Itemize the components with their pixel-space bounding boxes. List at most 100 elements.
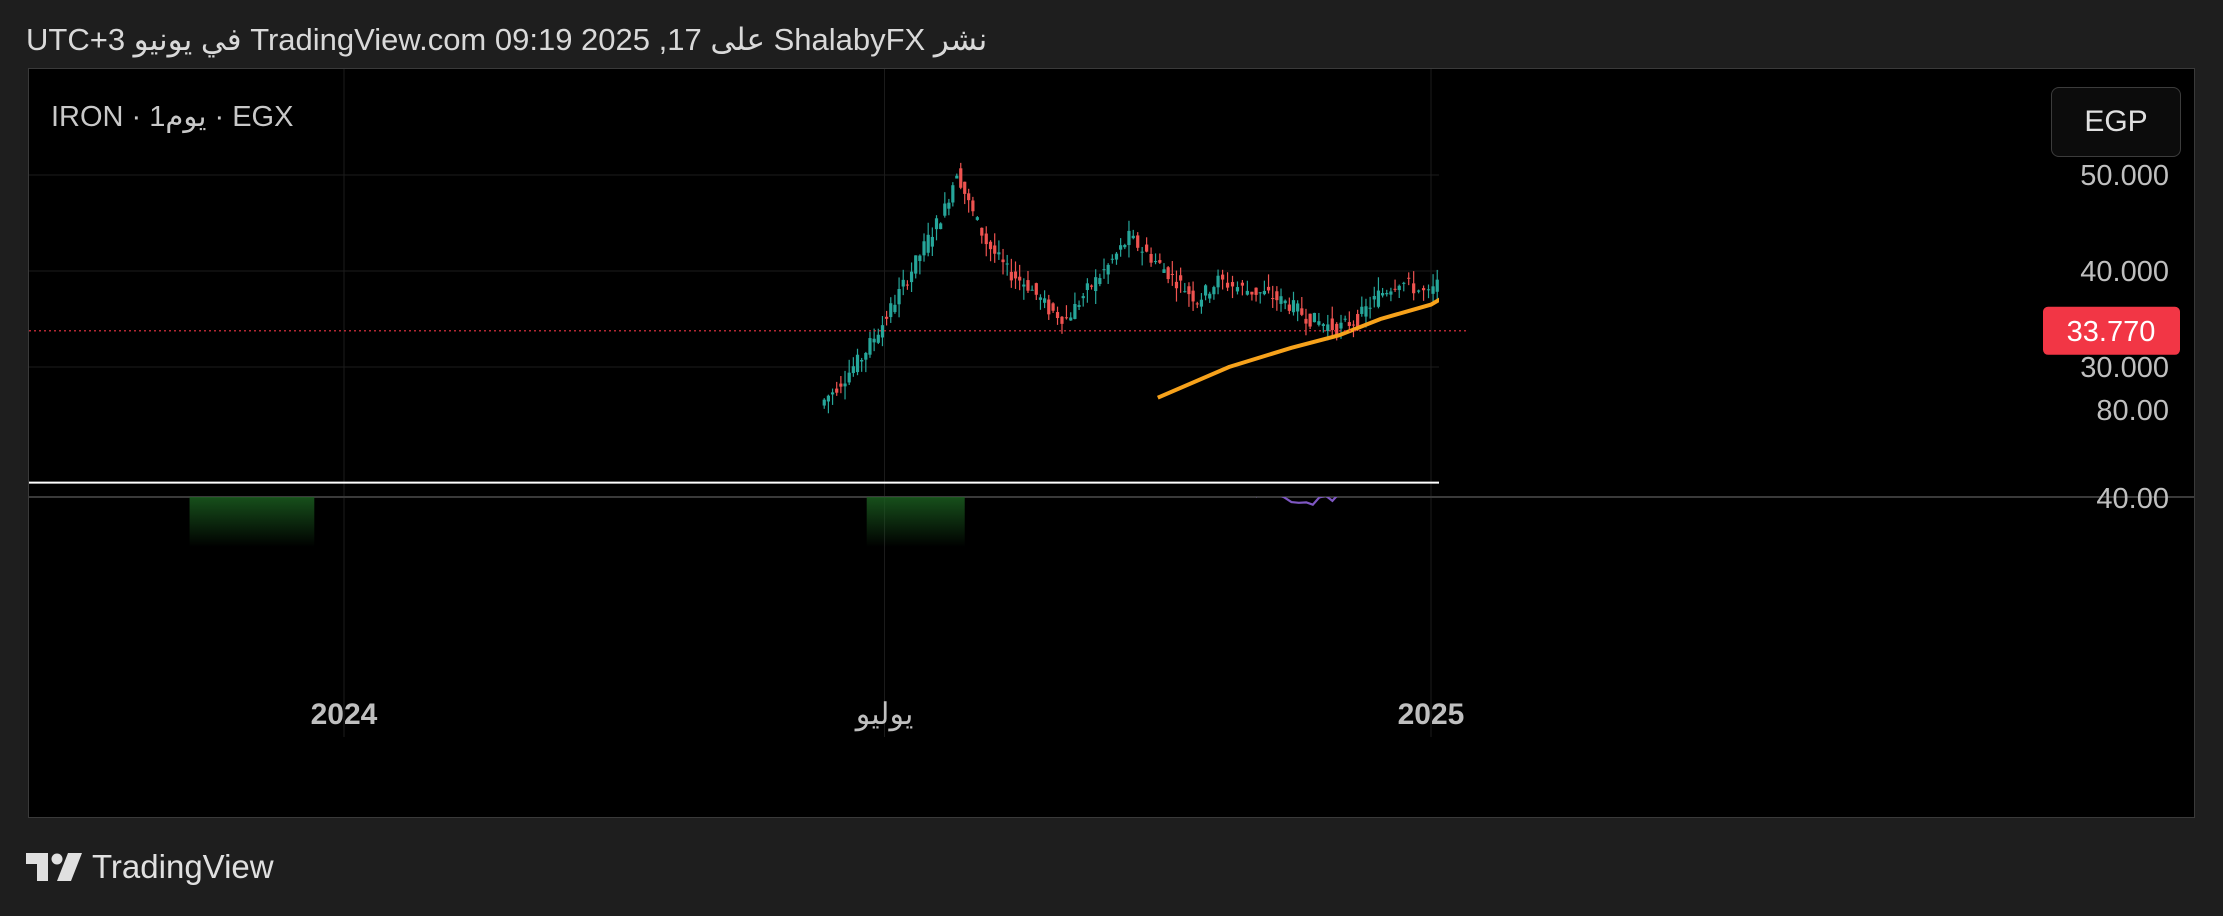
candle-body xyxy=(1376,290,1381,307)
candle-body xyxy=(1166,267,1170,280)
candle-body xyxy=(893,304,897,313)
candle-body xyxy=(1752,190,1755,191)
candle-body xyxy=(1347,322,1351,326)
candle xyxy=(897,277,901,318)
candle-body xyxy=(1225,282,1230,288)
candle xyxy=(1860,252,1863,274)
candle-body xyxy=(1519,106,1522,130)
candle xyxy=(1047,294,1051,320)
candle-body xyxy=(1826,264,1829,268)
candle xyxy=(1802,222,1805,241)
candle xyxy=(914,255,918,279)
candle xyxy=(1153,253,1158,265)
candle xyxy=(1347,311,1351,331)
candle-body xyxy=(1481,211,1484,216)
candle-body xyxy=(1393,288,1397,290)
candle-body xyxy=(1038,297,1043,300)
candle xyxy=(1300,297,1304,317)
tradingview-logo[interactable]: TradingView xyxy=(26,848,274,886)
candle xyxy=(1013,261,1018,289)
candle xyxy=(1656,187,1659,200)
candle xyxy=(1203,284,1208,301)
candle-body xyxy=(901,279,905,287)
currency-button[interactable]: EGP xyxy=(2051,87,2181,157)
candle-body xyxy=(1174,281,1179,289)
candle-body xyxy=(1308,313,1312,327)
candle xyxy=(1145,237,1149,253)
candle xyxy=(835,381,839,396)
candle xyxy=(1195,301,1199,309)
candle xyxy=(1814,238,1817,273)
candle-body xyxy=(1560,170,1563,173)
tradingview-brand: TradingView xyxy=(92,848,274,885)
candle-body xyxy=(1706,179,1709,190)
candle xyxy=(1914,266,1917,286)
candle-body xyxy=(1531,142,1534,164)
candle xyxy=(975,216,979,221)
candle-body xyxy=(1896,252,1899,260)
candle-body xyxy=(1581,158,1584,165)
candle xyxy=(1069,312,1073,321)
candle xyxy=(1635,156,1638,178)
candle-body xyxy=(984,233,988,245)
candle xyxy=(1512,132,1515,166)
candle xyxy=(1360,296,1364,317)
candle xyxy=(1494,172,1497,189)
candle xyxy=(1507,147,1510,168)
candle xyxy=(830,388,835,405)
candle-body xyxy=(967,193,971,201)
candle-body xyxy=(1149,253,1153,263)
candle-body xyxy=(897,288,901,305)
candle xyxy=(1102,258,1106,279)
price-axis-label: 50.000 xyxy=(2080,160,2169,192)
candle-body xyxy=(1523,110,1526,124)
candle-body xyxy=(1602,180,1605,189)
candle xyxy=(1119,238,1123,257)
candle-body xyxy=(1673,171,1676,174)
candle xyxy=(930,227,934,257)
candle-body xyxy=(1851,251,1854,263)
candle xyxy=(1689,154,1692,179)
candle-body xyxy=(1902,244,1905,269)
candle xyxy=(1531,138,1534,166)
candle-body xyxy=(1777,184,1780,192)
candle xyxy=(1631,178,1634,190)
candle-body xyxy=(1747,189,1750,199)
candle xyxy=(1706,176,1709,202)
candle-body xyxy=(1639,176,1642,178)
candle xyxy=(1806,230,1809,260)
candle-body xyxy=(930,236,934,247)
candle xyxy=(1043,290,1047,309)
candle-body xyxy=(1735,190,1738,204)
overbought-zone xyxy=(189,497,315,547)
candle xyxy=(1896,241,1899,272)
candle xyxy=(1098,273,1102,287)
price-chart[interactable]: 50.000 40.000 30.000 33.770 80.00 40.00 2024 يو… xyxy=(29,69,2194,817)
candle-body xyxy=(1494,175,1497,187)
candle-body xyxy=(1631,180,1634,185)
candle-body xyxy=(1444,268,1447,273)
candle-body xyxy=(1461,245,1464,255)
candle-body xyxy=(1822,255,1825,271)
price-axis-label: 30.000 xyxy=(2080,352,2169,384)
candle-body xyxy=(1385,293,1389,295)
candle xyxy=(1498,163,1501,180)
candle-body xyxy=(1140,251,1144,253)
candle xyxy=(947,198,951,216)
overbought-zone xyxy=(866,497,965,547)
candle-body xyxy=(1540,163,1543,165)
chart-area[interactable]: 50.000 40.000 30.000 33.770 80.00 40.00 2024 يو… xyxy=(28,68,2195,818)
candle-body xyxy=(959,168,963,188)
candle-body xyxy=(822,399,826,406)
candle-body xyxy=(1047,299,1051,315)
candle-body xyxy=(1644,179,1647,180)
candle-body xyxy=(1888,249,1891,267)
candle-body xyxy=(1677,159,1680,162)
candle-body xyxy=(1360,306,1364,314)
candle-body xyxy=(1785,188,1788,201)
candle xyxy=(1731,173,1734,204)
candle-body xyxy=(1810,245,1813,256)
candle-body xyxy=(1372,296,1376,300)
candle-body xyxy=(955,175,959,179)
candle xyxy=(1523,107,1526,133)
